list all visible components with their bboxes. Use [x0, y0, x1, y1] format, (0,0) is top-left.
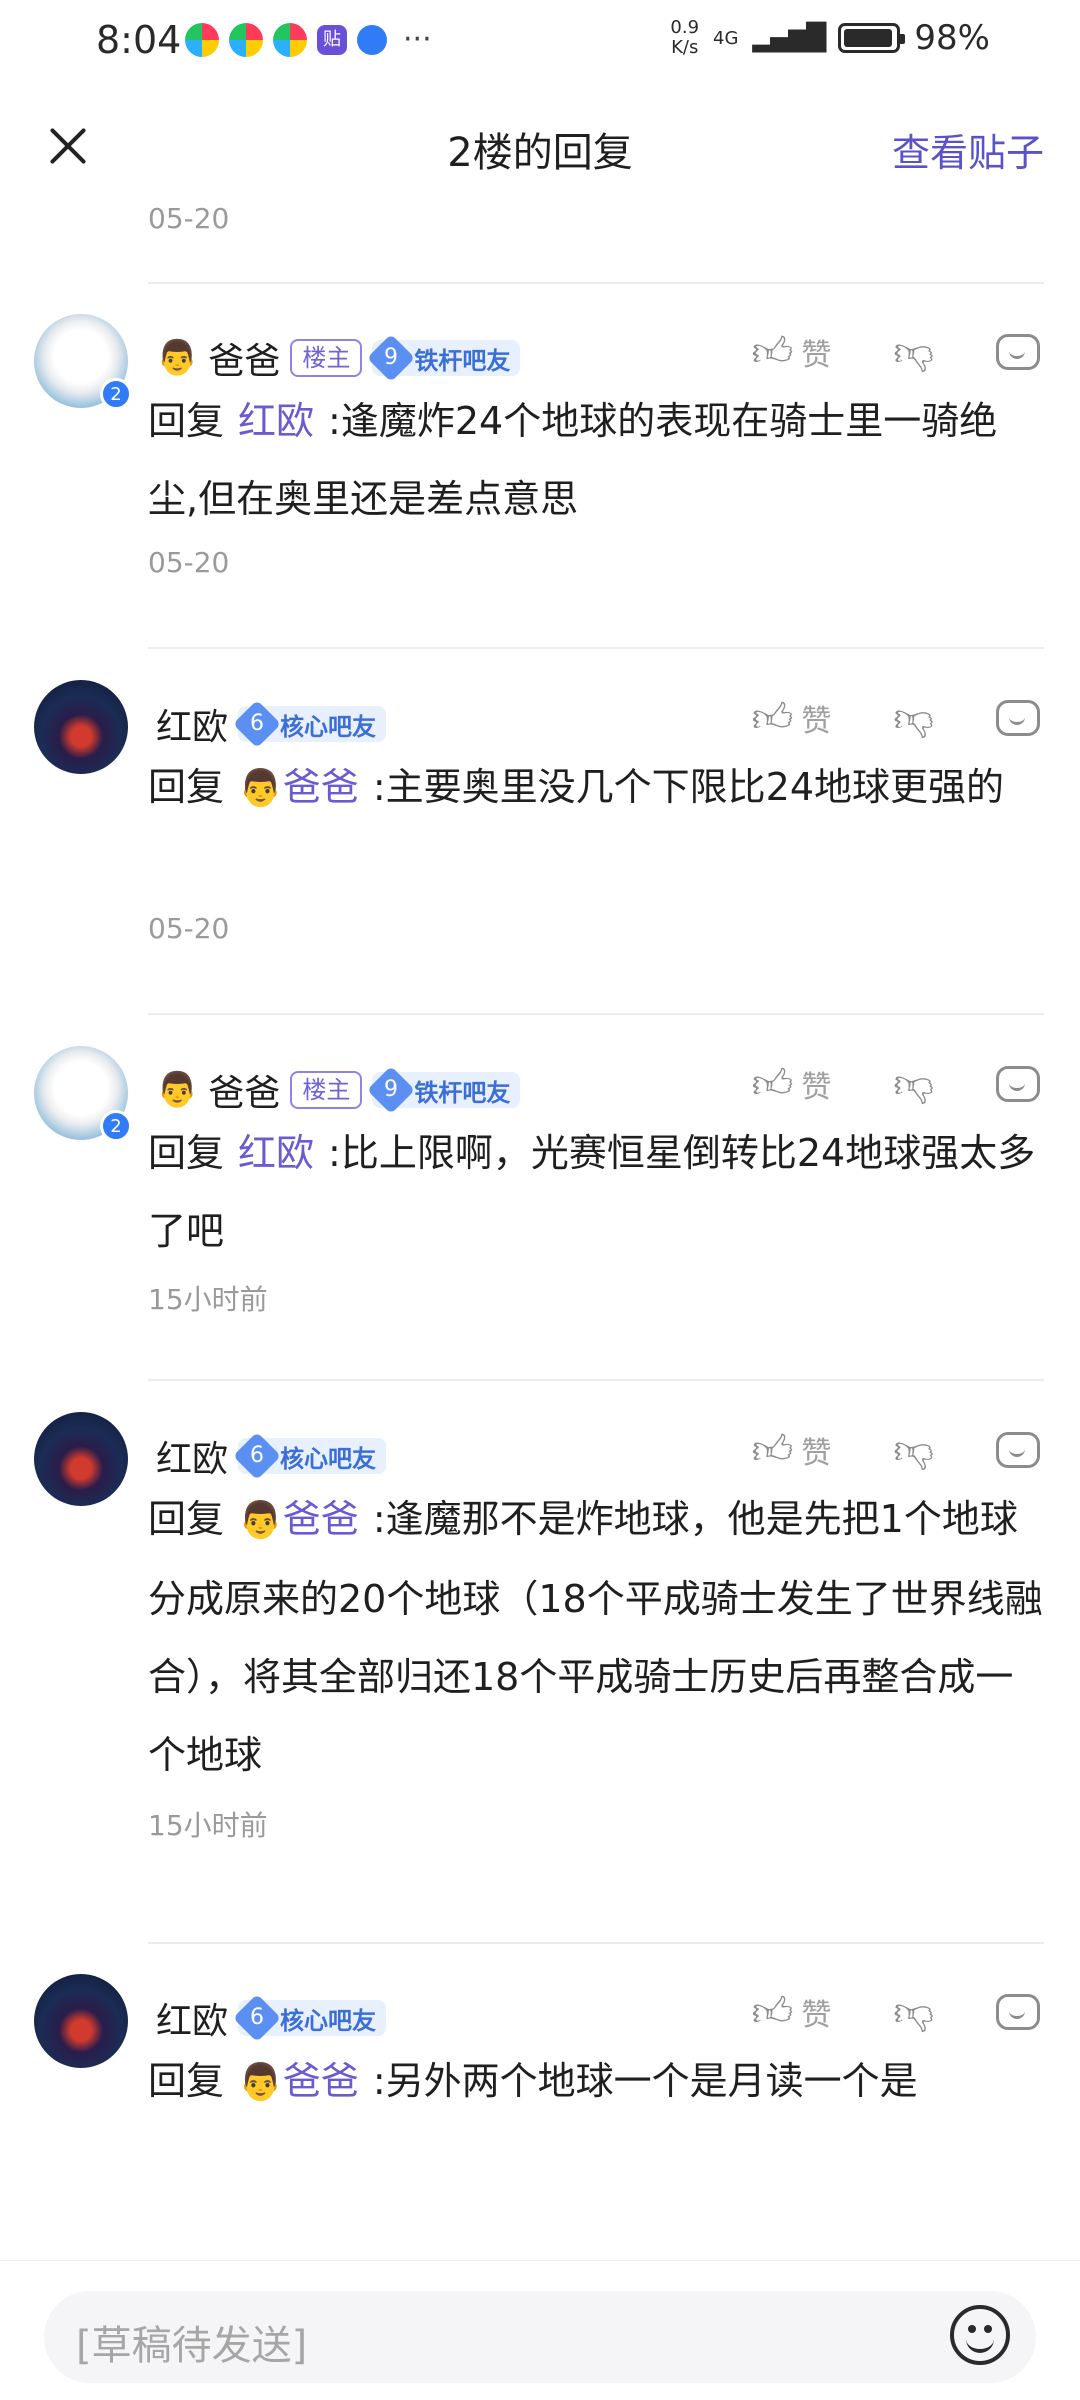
thumbs-down-icon[interactable]: 👎︎ — [893, 1988, 934, 2036]
like-button[interactable]: 👍︎ 赞 — [752, 1988, 832, 2036]
username[interactable]: 爸爸 — [208, 332, 280, 384]
username[interactable]: 红欧 — [156, 1992, 228, 2044]
reply-time: 15小时前 — [148, 1809, 268, 1842]
username[interactable]: 红欧 — [156, 698, 228, 750]
reply-item[interactable]: 红欧 6 核心吧友 👍︎ 赞 👎︎ 回复 👨爸爸:逢魔那不是炸地球，他是先把1个地球分… — [0, 1410, 1080, 1900]
signal-icon: 4G — [713, 27, 739, 49]
thumbs-up-icon: 👍︎ — [751, 329, 794, 375]
reply-actions: 👍︎ 赞 👎︎ — [752, 1988, 1040, 2036]
like-button[interactable]: 👍︎ 赞 — [752, 1426, 832, 1474]
divider — [148, 1942, 1044, 1944]
mention-link[interactable]: 红欧 — [238, 399, 314, 443]
thumbs-down-icon[interactable]: 👎︎ — [893, 1426, 934, 1474]
thumbs-down-icon[interactable]: 👎︎ — [893, 694, 934, 742]
user-info: 👨 爸爸 楼主 9 铁杆吧友 — [156, 1064, 521, 1116]
reply-input-bar: [草稿待发送] — [0, 2260, 1080, 2400]
reply-text: 回复 红欧:逢魔炸24个地球的表现在骑士里一骑绝尘,但在奥里还是差点意思 — [148, 399, 998, 521]
avatar[interactable] — [34, 680, 128, 774]
username[interactable]: 红欧 — [156, 1430, 228, 1482]
thumbs-up-icon: 👍︎ — [751, 695, 794, 741]
page-header: 2楼的回复 查看贴子 — [0, 90, 1080, 200]
divider — [148, 647, 1044, 649]
comment-icon[interactable] — [996, 334, 1040, 370]
like-button[interactable]: 👍︎ 赞 — [752, 1060, 832, 1108]
reply-item[interactable]: 红欧 6 核心吧友 👍︎ 赞 👎︎ 回复 👨爸爸:主要奥里没几个下限比24地球更强的 … — [0, 678, 1080, 1000]
battery-percent: 98% — [914, 18, 990, 58]
comment-icon[interactable] — [996, 1994, 1040, 2030]
fan-level-badge: 9 铁杆吧友 — [367, 333, 521, 383]
user-info: 红欧 6 核心吧友 — [156, 1992, 387, 2044]
more-notifications-icon: ··· — [403, 22, 432, 57]
user-emoji: 👨 — [156, 1070, 199, 1110]
mention-link[interactable]: 👨爸爸 — [238, 1497, 359, 1541]
avatar[interactable] — [34, 1974, 128, 2068]
reply-actions: 👍︎ 赞 👎︎ — [752, 694, 1040, 742]
like-button[interactable]: 👍︎ 赞 — [752, 694, 832, 742]
browser-notification-icon — [357, 24, 387, 55]
thumbs-down-icon[interactable]: 👎︎ — [893, 1060, 934, 1108]
battery-icon — [838, 23, 906, 53]
mention-link[interactable]: 红欧 — [238, 1131, 314, 1175]
divider — [148, 282, 1044, 284]
fan-level-badge: 9 铁杆吧友 — [367, 1065, 521, 1115]
signal-bars-icon: ▂▄▆█ — [752, 23, 826, 53]
divider — [148, 1379, 1044, 1381]
reply-text: 回复 红欧:比上限啊，光赛恒星倒转比24地球强太多了吧 — [148, 1131, 1036, 1253]
mention-link[interactable]: 👨爸爸 — [238, 765, 359, 809]
reply-text: 回复 👨爸爸:另外两个地球一个是月读一个是 — [148, 2059, 918, 2103]
tieba-notification-icon: 贴 — [317, 24, 347, 55]
user-info: 红欧 6 核心吧友 — [156, 698, 387, 750]
fan-level-badge: 6 核心吧友 — [232, 1993, 387, 2043]
view-post-link[interactable]: 查看贴子 — [892, 122, 1044, 177]
network-speed: 0.9 K/s — [670, 17, 700, 58]
notification-icons: 贴 ··· — [185, 22, 432, 57]
comment-icon[interactable] — [996, 1066, 1040, 1102]
owner-tag: 楼主 — [290, 1071, 363, 1109]
reply-actions: 👍︎ 赞 👎︎ — [752, 1426, 1040, 1474]
status-indicators: 0.9 K/s 4G ▂▄▆█ 98% — [670, 17, 990, 59]
reply-item[interactable]: 2 👨 爸爸 楼主 9 铁杆吧友 👍︎ 赞 👎︎ 回复 红欧:比上限啊，光赛恒星倒转比… — [0, 1044, 1080, 1366]
reply-list[interactable]: 05-20 2 👨 爸爸 楼主 9 铁杆吧友 👍︎ 赞 👎︎ 回复 红欧:逢魔炸24个… — [0, 200, 1080, 2260]
thumbs-down-icon[interactable]: 👎︎ — [893, 328, 934, 376]
thumbs-up-icon: 👍︎ — [751, 1989, 794, 2035]
user-emoji: 👨 — [156, 338, 199, 378]
fan-level-badge: 6 核心吧友 — [232, 699, 387, 749]
app-notification-icon — [273, 22, 307, 57]
previous-reply-time: 05-20 — [148, 202, 230, 235]
user-info: 红欧 6 核心吧友 — [156, 1430, 387, 1482]
reply-actions: 👍︎ 赞 👎︎ — [752, 1060, 1040, 1108]
reply-item[interactable]: 2 👨 爸爸 楼主 9 铁杆吧友 👍︎ 赞 👎︎ 回复 红欧:逢魔炸24个地球的表现在… — [0, 312, 1080, 634]
mention-link[interactable]: 👨爸爸 — [238, 2059, 359, 2103]
reply-text: 回复 👨爸爸:主要奥里没几个下限比24地球更强的 — [148, 765, 1005, 809]
fan-level-badge: 6 核心吧友 — [232, 1431, 387, 1481]
reply-text: 回复 👨爸爸:逢魔那不是炸地球，他是先把1个地球分成原来的20个地球（18个平成骑… — [148, 1497, 1043, 1777]
app-notification-icon — [185, 22, 219, 57]
comment-icon[interactable] — [996, 1432, 1040, 1468]
avatar[interactable]: 2 — [34, 314, 132, 410]
status-bar: 8:04 贴 ··· 0.9 K/s 4G ▂▄▆█ 98% — [0, 0, 1080, 80]
reply-time: 05-20 — [148, 912, 230, 945]
divider — [148, 1013, 1044, 1015]
thumbs-up-icon: 👍︎ — [751, 1061, 794, 1107]
reply-time: 15小时前 — [148, 1283, 268, 1316]
avatar[interactable]: 2 — [34, 1046, 132, 1142]
avatar[interactable] — [34, 1412, 128, 1506]
user-info: 👨 爸爸 楼主 9 铁杆吧友 — [156, 332, 521, 384]
reply-item[interactable]: 红欧 6 核心吧友 👍︎ 赞 👎︎ 回复 👨爸爸:另外两个地球一个是月读一个是 — [0, 1972, 1080, 2260]
reply-input-placeholder: [草稿待发送] — [76, 2323, 308, 2369]
app-notification-icon — [229, 22, 263, 57]
reply-input[interactable]: [草稿待发送] — [44, 2291, 1036, 2383]
like-button[interactable]: 👍︎ 赞 — [752, 328, 832, 376]
status-time: 8:04 — [96, 18, 182, 62]
comment-icon[interactable] — [996, 700, 1040, 736]
thumbs-up-icon: 👍︎ — [751, 1427, 794, 1473]
username[interactable]: 爸爸 — [208, 1064, 280, 1116]
reply-actions: 👍︎ 赞 👎︎ — [752, 328, 1040, 376]
emoji-icon[interactable] — [950, 2305, 1010, 2365]
reply-time: 05-20 — [148, 546, 230, 579]
owner-tag: 楼主 — [290, 339, 363, 377]
